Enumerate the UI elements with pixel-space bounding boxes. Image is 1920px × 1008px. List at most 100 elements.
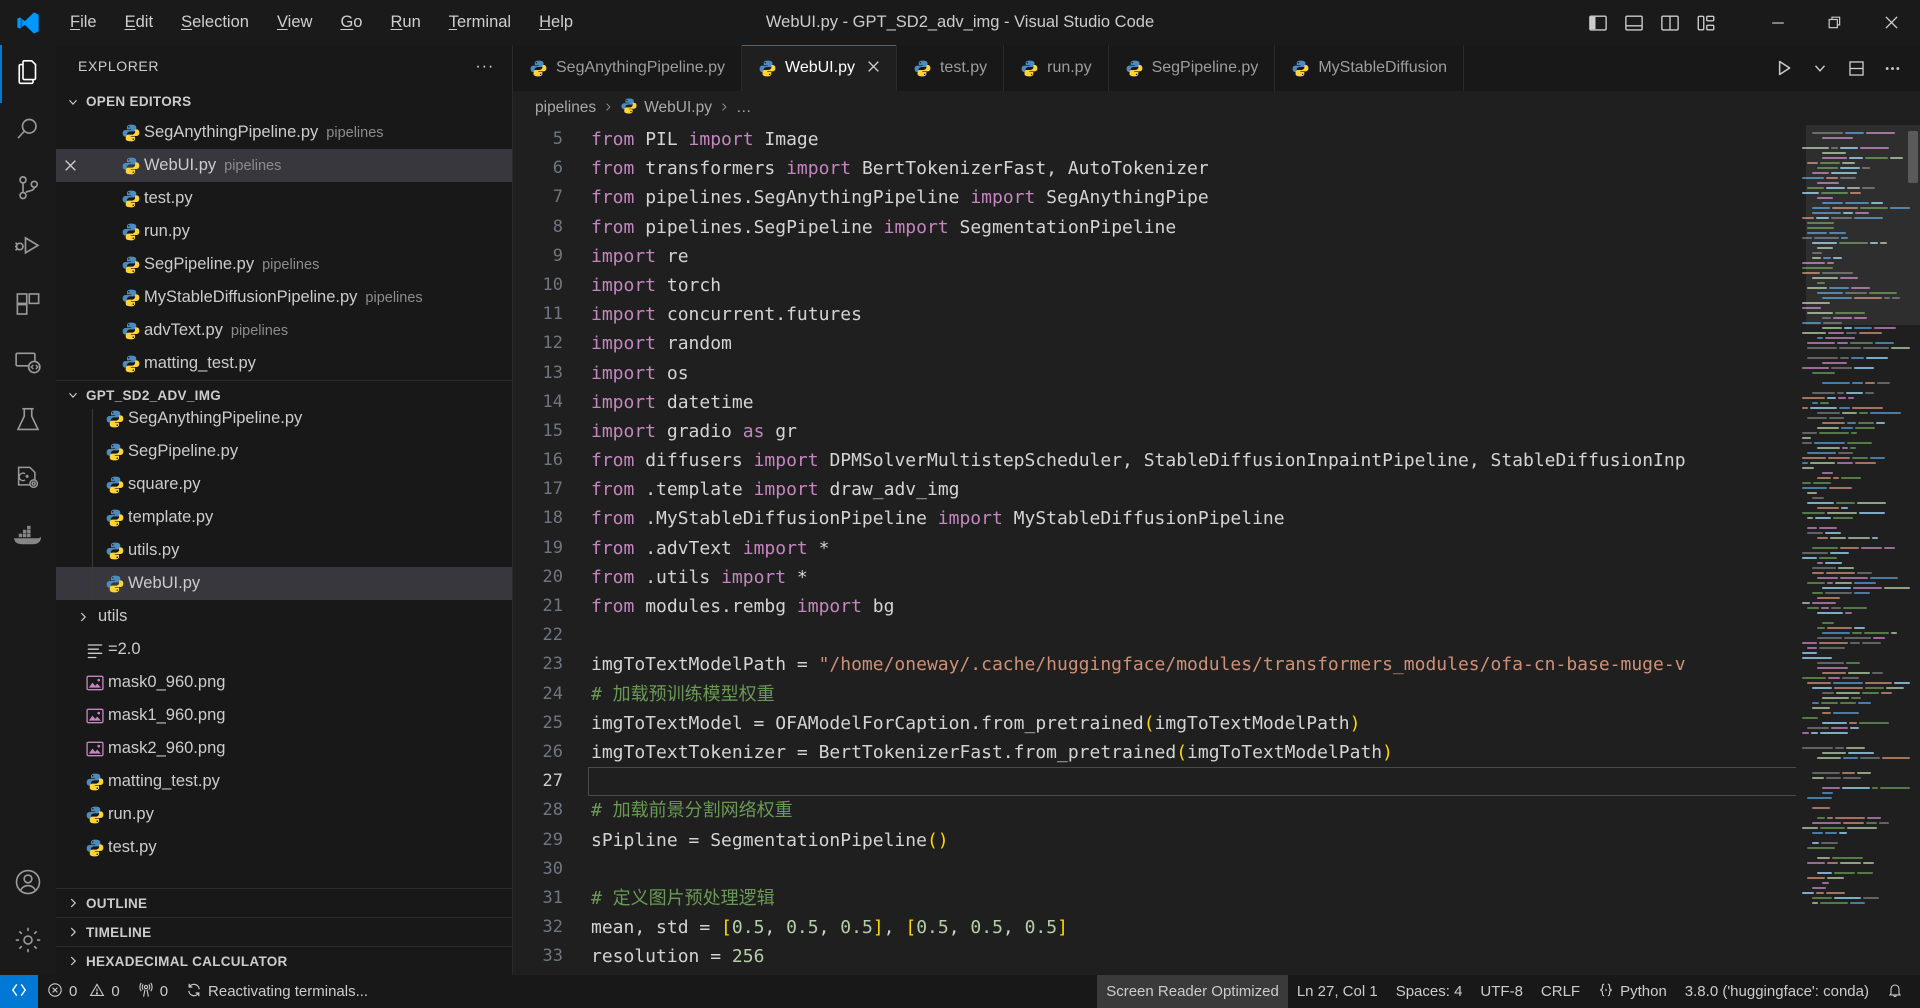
tree-file-item[interactable]: SegAnythingPipeline.py (56, 409, 512, 435)
tree-file-item[interactable]: mask0_960.png (56, 666, 512, 699)
menu-terminal[interactable]: Terminal (435, 9, 525, 36)
code-line[interactable]: 22 (513, 621, 1796, 650)
editor-tab[interactable]: run.py (1004, 45, 1109, 91)
breadcrumb-item-file[interactable]: WebUI.py (620, 97, 712, 120)
minimize-button[interactable] (1749, 0, 1806, 45)
line-content[interactable]: from .utils import * (589, 564, 1796, 591)
editor-tab[interactable]: test.py (896, 45, 1005, 91)
code-line[interactable]: 17 from .template import draw_adv_img (513, 475, 1796, 504)
minimap-slider[interactable] (1806, 125, 1920, 325)
line-content[interactable]: imgToTextModelPath = "/home/oneway/.cach… (589, 651, 1796, 678)
line-content[interactable]: import os (589, 360, 1796, 387)
status-screen-reader-mode[interactable]: Screen Reader Optimized (1097, 975, 1288, 1008)
menu-view[interactable]: View (263, 9, 326, 36)
code-line[interactable]: 18 from .MyStableDiffusionPipeline import… (513, 504, 1796, 533)
code-line[interactable]: 5 from PIL import Image (513, 125, 1796, 154)
activitybar-item-manage[interactable] (0, 913, 56, 971)
line-content[interactable]: imgToTextModel = OFAModelForCaption.from… (589, 710, 1796, 737)
line-content[interactable]: from .advText import * (589, 535, 1796, 562)
code-line[interactable]: 19 from .advText import * (513, 534, 1796, 563)
breadcrumb-item-folder[interactable]: pipelines (535, 99, 596, 117)
code-line[interactable]: 21 from modules.rembg import bg (513, 592, 1796, 621)
code-lines[interactable]: 5 from PIL import Image 6 from transformers… (513, 125, 1796, 975)
line-content[interactable]: import random (589, 330, 1796, 357)
tree-file-item[interactable]: mask2_960.png (56, 732, 512, 765)
toggle-secondary-sidebar-icon[interactable] (1653, 6, 1687, 40)
status-problems[interactable]: 0 0 (38, 975, 129, 1008)
minimap[interactable] (1796, 125, 1920, 975)
close-button[interactable] (1863, 0, 1920, 45)
line-content[interactable] (589, 856, 1796, 883)
section-timeline[interactable]: TIMELINE (56, 917, 512, 946)
code-line[interactable]: 12 import random (513, 329, 1796, 358)
code-line[interactable]: 8 from pipelines.SegPipeline import Segme… (513, 213, 1796, 242)
line-content[interactable] (589, 622, 1796, 649)
sidebar-more-actions-button[interactable]: ··· (467, 57, 502, 74)
code-line[interactable]: 13 import os (513, 359, 1796, 388)
line-content[interactable]: import datetime (589, 389, 1796, 416)
tree-file-item[interactable]: utils.py (56, 534, 512, 567)
activitybar-item-run-debug[interactable] (0, 219, 56, 277)
ellipsis-icon[interactable] (1876, 52, 1908, 84)
editor-vertical-scrollbar[interactable] (1906, 125, 1920, 975)
editor-tab[interactable]: SegPipeline.py (1108, 45, 1276, 91)
tree-file-item[interactable]: square.py (56, 468, 512, 501)
section-workspace[interactable]: GPT_SD2_ADV_IMG (56, 380, 512, 409)
line-content[interactable] (588, 767, 1796, 797)
status-indentation[interactable]: Spaces: 4 (1387, 975, 1472, 1008)
code-line[interactable]: 11 import concurrent.futures (513, 300, 1796, 329)
line-content[interactable]: from pipelines.SegAnythingPipeline impor… (589, 184, 1796, 211)
line-content[interactable]: # 加载预训练模型权重 (589, 681, 1796, 708)
tree-file-item[interactable]: template.py (56, 501, 512, 534)
code-line[interactable]: 14 import datetime (513, 388, 1796, 417)
split-editor-icon[interactable] (1840, 52, 1872, 84)
tree-file-item[interactable]: test.py (56, 831, 512, 864)
line-content[interactable]: from .template import draw_adv_img (589, 476, 1796, 503)
code-line[interactable]: 29 sPipline = SegmentationPipeline() (513, 826, 1796, 855)
status-encoding[interactable]: UTF-8 (1471, 975, 1532, 1008)
status-notifications[interactable] (1878, 975, 1912, 1008)
section-outline[interactable]: OUTLINE (56, 888, 512, 917)
line-content[interactable]: from transformers import BertTokenizerFa… (589, 155, 1796, 182)
open-editor-item[interactable]: advText.py pipelines (56, 314, 512, 347)
activitybar-item-testing[interactable] (0, 393, 56, 451)
editor-tab[interactable]: SegAnythingPipeline.py (513, 45, 743, 91)
close-editor-icon[interactable] (56, 159, 84, 172)
open-editor-item[interactable]: matting_test.py (56, 347, 512, 380)
line-content[interactable]: mean, std = [0.5, 0.5, 0.5], [0.5, 0.5, … (589, 914, 1796, 941)
line-content[interactable]: from .MyStableDiffusionPipeline import M… (589, 506, 1796, 533)
toggle-panel-icon[interactable] (1617, 6, 1651, 40)
line-content[interactable]: from pipelines.SegPipeline import Segmen… (589, 214, 1796, 241)
line-content[interactable]: import gradio as gr (589, 418, 1796, 445)
open-editor-item[interactable]: SegAnythingPipeline.py pipelines (56, 116, 512, 149)
code-line[interactable]: 24 # 加载预训练模型权重 (513, 680, 1796, 709)
menu-go[interactable]: Go (326, 9, 376, 36)
status-editor-position[interactable]: Ln 27, Col 1 (1288, 975, 1387, 1008)
menu-file[interactable]: File (56, 9, 111, 36)
remote-indicator[interactable] (0, 975, 38, 1008)
code-line[interactable]: 30 (513, 855, 1796, 884)
chevron-down-icon[interactable] (1804, 52, 1836, 84)
tree-file-item[interactable]: mask1_960.png (56, 699, 512, 732)
play-icon[interactable] (1768, 52, 1800, 84)
line-content[interactable]: import torch (589, 272, 1796, 299)
customize-layout-icon[interactable] (1689, 6, 1723, 40)
open-editor-item[interactable]: SegPipeline.py pipelines (56, 248, 512, 281)
code-line[interactable]: 7 from pipelines.SegAnythingPipeline impo… (513, 183, 1796, 212)
menu-selection[interactable]: Selection (167, 9, 263, 36)
editor-tab[interactable]: WebUI.py (742, 45, 897, 91)
open-editor-item[interactable]: test.py (56, 182, 512, 215)
close-tab-icon[interactable] (867, 58, 880, 78)
menu-help[interactable]: Help (525, 9, 587, 36)
breadcrumb-item-symbols[interactable]: … (736, 99, 752, 117)
toggle-primary-sidebar-icon[interactable] (1581, 6, 1615, 40)
code-line[interactable]: 23 imgToTextModelPath = "/home/oneway/.ca… (513, 650, 1796, 679)
tree-file-item[interactable]: WebUI.py (56, 567, 512, 600)
line-content[interactable]: resolution = 256 (589, 943, 1796, 970)
code-line[interactable]: 10 import torch (513, 271, 1796, 300)
status-eol[interactable]: CRLF (1532, 975, 1589, 1008)
line-content[interactable]: imgToTextTokenizer = BertTokenizerFast.f… (589, 739, 1796, 766)
code-line[interactable]: 27 (513, 767, 1796, 797)
tree-file-item[interactable]: SegPipeline.py (56, 435, 512, 468)
tree-file-item[interactable]: matting_test.py (56, 765, 512, 798)
